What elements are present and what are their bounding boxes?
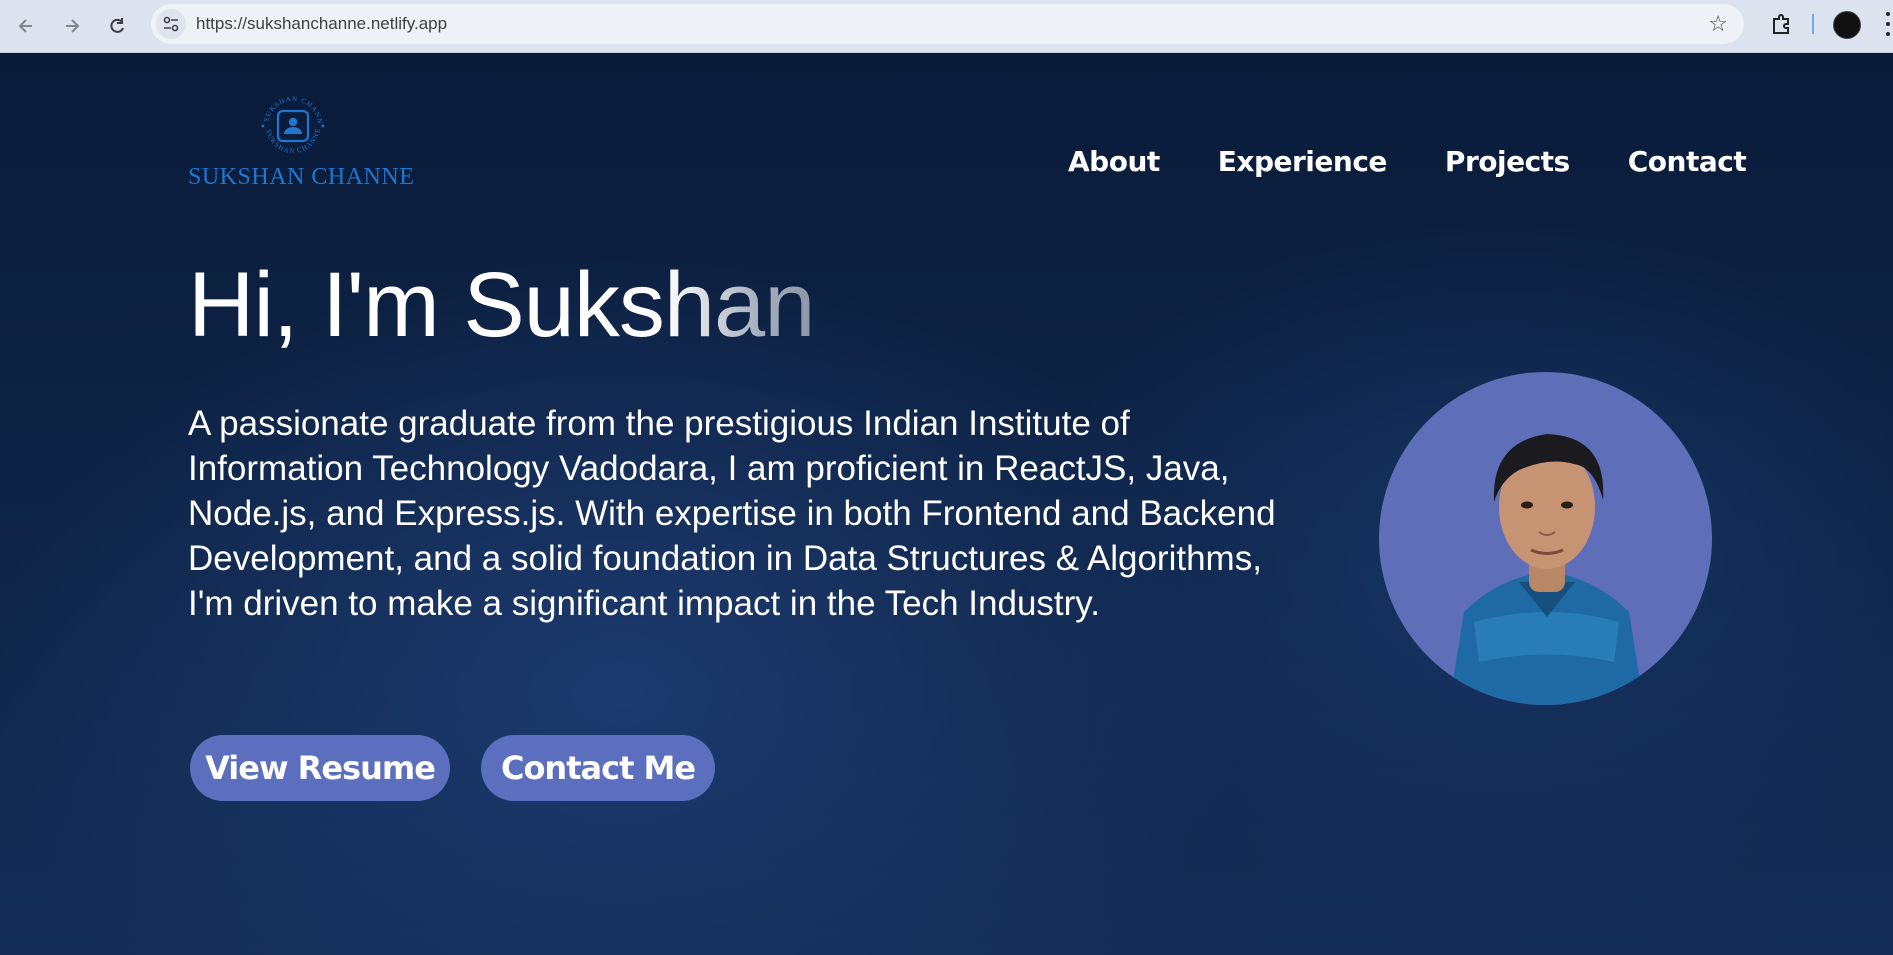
person-portrait-icon bbox=[1449, 434, 1644, 705]
main-nav: About Experience Projects Contact bbox=[1068, 145, 1747, 178]
view-resume-button[interactable]: View Resume bbox=[190, 735, 450, 801]
logo-badge-icon: SUKSHAN CHANNE SUKSHAN CHANNE bbox=[258, 91, 325, 155]
toolbar-divider bbox=[1812, 14, 1814, 34]
nav-contact[interactable]: Contact bbox=[1628, 145, 1747, 178]
forward-button[interactable] bbox=[56, 10, 88, 42]
hero-title-typed: Hi, I'm Suks bbox=[188, 254, 665, 356]
kebab-menu-icon[interactable] bbox=[1885, 12, 1891, 36]
nav-projects[interactable]: Projects bbox=[1445, 145, 1570, 178]
reload-button[interactable] bbox=[101, 10, 133, 42]
profile-avatar[interactable] bbox=[1833, 11, 1861, 39]
nav-about[interactable]: About bbox=[1068, 145, 1160, 178]
portfolio-page: SUKSHAN CHANNE SUKSHAN CHANNE SUKSHAN CH… bbox=[0, 53, 1893, 955]
back-button[interactable] bbox=[10, 10, 42, 42]
profile-photo bbox=[1379, 372, 1712, 705]
url-text[interactable]: https://sukshanchanne.netlify.app bbox=[196, 14, 447, 34]
tune-icon bbox=[163, 16, 179, 32]
arrow-left-icon bbox=[18, 19, 32, 33]
puzzle-icon bbox=[1773, 14, 1789, 34]
site-info-button[interactable] bbox=[156, 9, 186, 39]
hero-title: Hi, I'm Sukshan bbox=[188, 253, 815, 358]
nav-experience[interactable]: Experience bbox=[1218, 145, 1388, 178]
star-icon[interactable]: ☆ bbox=[1708, 12, 1728, 37]
site-logo[interactable]: SUKSHAN CHANNE SUKSHAN CHANNE SUKSHAN CH… bbox=[188, 91, 415, 211]
arrow-right-icon bbox=[66, 19, 80, 33]
browser-toolbar: https://sukshanchanne.netlify.app ☆ bbox=[0, 0, 1893, 53]
address-bar[interactable]: https://sukshanchanne.netlify.app ☆ bbox=[151, 4, 1744, 44]
hero-title-typing: han bbox=[663, 254, 815, 356]
extensions-button[interactable] bbox=[1768, 10, 1796, 38]
reload-icon bbox=[110, 18, 124, 33]
hero-description: A passionate graduate from the prestigio… bbox=[188, 404, 1276, 623]
contact-me-button[interactable]: Contact Me bbox=[481, 735, 715, 801]
logo-name: SUKSHAN CHANNE bbox=[188, 164, 415, 190]
